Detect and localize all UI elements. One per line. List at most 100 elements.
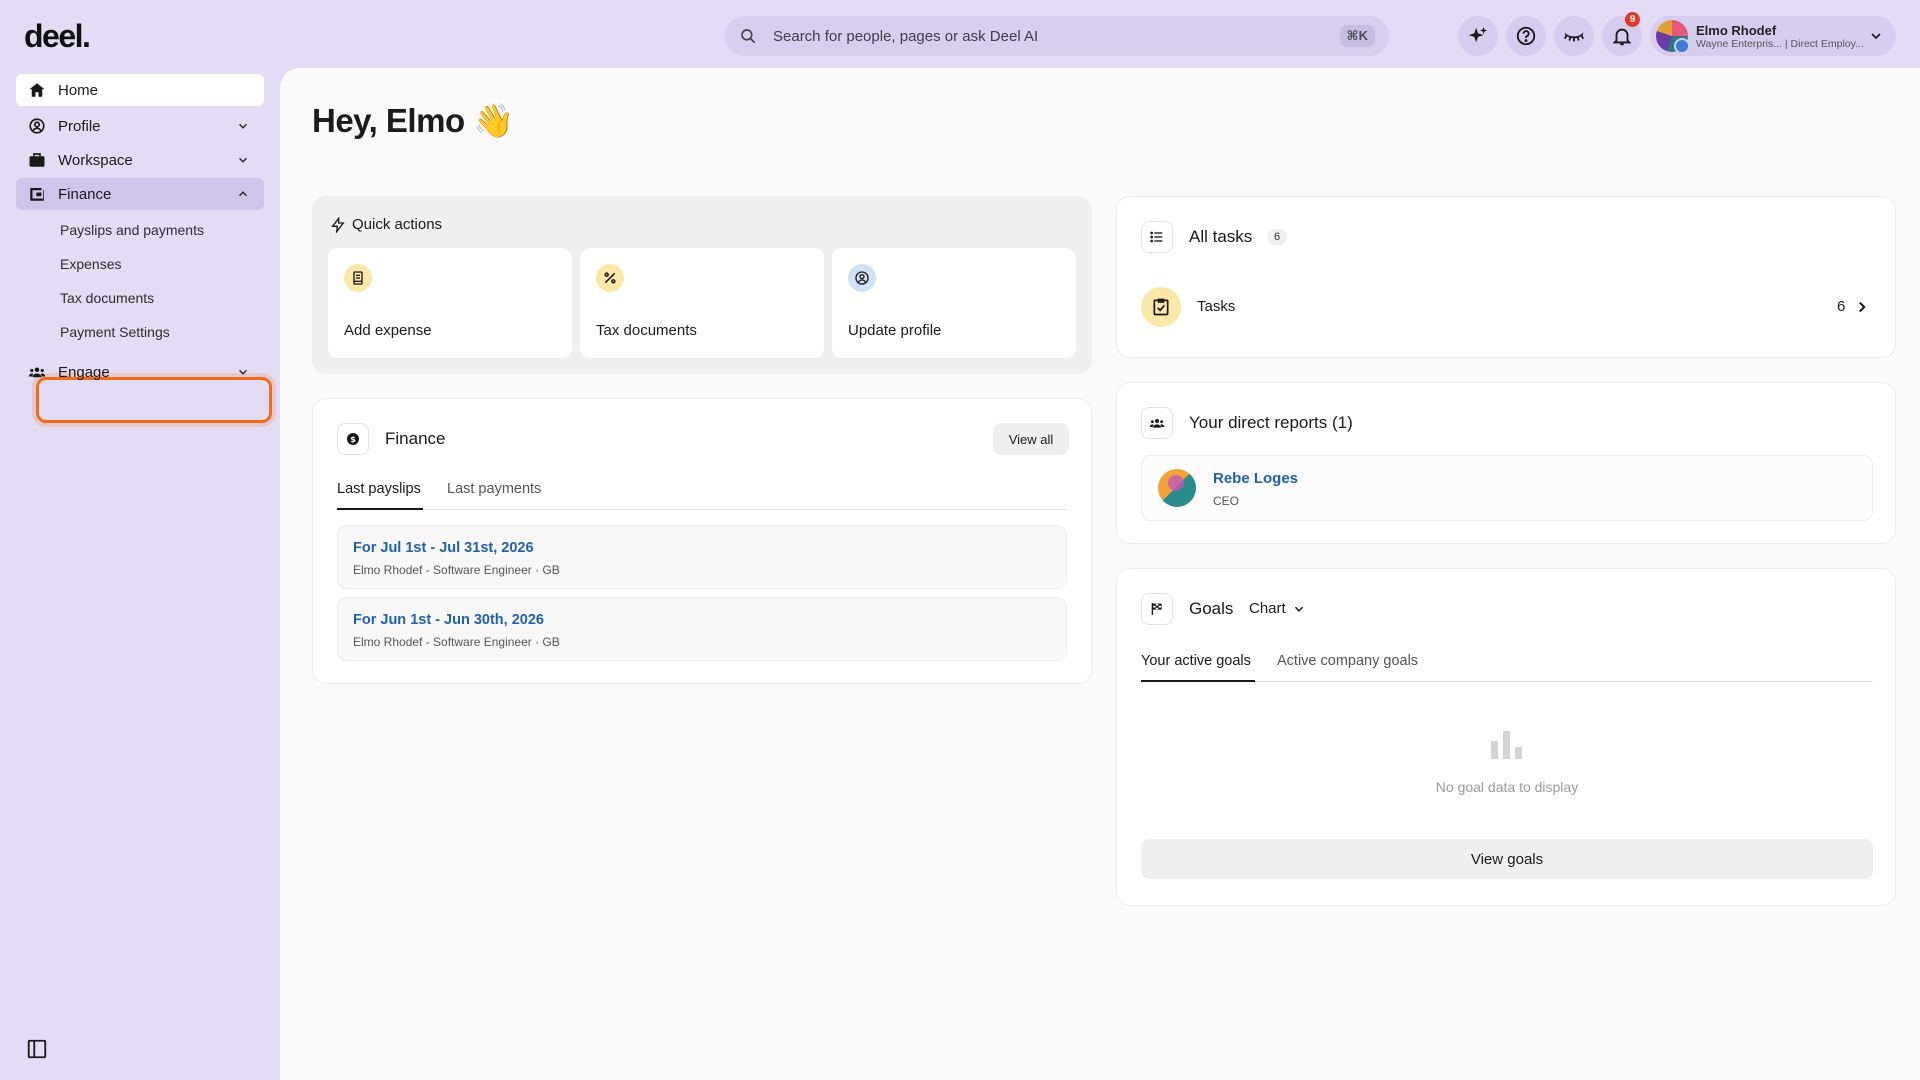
quick-actions-title: Quick actions	[352, 216, 443, 233]
chevron-down-icon	[238, 157, 248, 163]
tab-last-payslips[interactable]: Last payslips	[337, 481, 421, 497]
percent-icon	[596, 264, 624, 292]
chevron-down-icon	[1871, 33, 1881, 40]
sidebar-item-label: Home	[58, 81, 99, 99]
chevron-right-icon	[1859, 301, 1866, 313]
wallet-icon	[30, 188, 44, 201]
quick-action-add-expense[interactable]: Add expense	[328, 248, 572, 358]
bar-chart-icon	[1491, 731, 1522, 759]
search-shortcut: ⌘K	[1339, 25, 1375, 47]
finance-dollar-icon: $	[337, 423, 369, 455]
user-circle-icon	[848, 264, 876, 292]
report-role: CEO	[1213, 494, 1240, 508]
tabs-divider	[337, 509, 1067, 510]
goals-card: Goals Chart Your active goals Active com…	[1116, 568, 1896, 906]
quick-action-label: Tax documents	[596, 322, 697, 339]
view-goals-button[interactable]: View goals	[1141, 839, 1873, 879]
sidebar-item-label: Workspace	[58, 151, 133, 169]
tab-last-payments[interactable]: Last payments	[447, 481, 541, 497]
sidebar-item-label: Engage	[58, 363, 110, 381]
tab-your-active-goals[interactable]: Your active goals	[1141, 653, 1251, 669]
search-placeholder: Search for people, pages or ask Deel AI	[773, 27, 1039, 45]
tab-active-company-goals[interactable]: Active company goals	[1277, 653, 1418, 669]
tasks-row[interactable]: Tasks 6	[1141, 285, 1873, 329]
search-icon	[741, 29, 756, 44]
sidebar-item-label: Profile	[58, 117, 101, 135]
quick-actions-panel: Quick actions Add expense Tax documents …	[312, 196, 1092, 374]
sidebar-item-label: Finance	[58, 185, 112, 203]
help-button[interactable]	[1506, 16, 1546, 56]
svg-text:$: $	[350, 435, 356, 444]
quick-actions-header: Quick actions	[330, 216, 442, 233]
team-icon	[1141, 407, 1173, 439]
chevron-down-icon	[238, 123, 248, 129]
sidebar-item-engage[interactable]: Engage	[16, 356, 264, 388]
user-menu[interactable]: Elmo Rhodef Wayne Enterpris... | Direct …	[1650, 16, 1896, 56]
home-icon	[29, 83, 45, 97]
user-info: Elmo Rhodef Wayne Enterpris... | Direct …	[1696, 23, 1868, 50]
lightning-icon	[331, 216, 345, 233]
quick-action-update-profile[interactable]: Update profile	[832, 248, 1076, 358]
sidebar-subitem-tax-documents[interactable]: Tax documents	[60, 290, 154, 306]
eye-closed-icon	[1564, 32, 1584, 42]
flag-icon	[1141, 593, 1173, 625]
chevron-down-icon	[238, 369, 248, 375]
quick-action-label: Add expense	[344, 322, 432, 339]
bell-icon	[1612, 28, 1632, 46]
goals-title: Goals	[1189, 599, 1234, 618]
people-icon	[28, 367, 46, 378]
report-name[interactable]: Rebe Loges	[1213, 470, 1298, 487]
user-name: Elmo Rhodef	[1696, 22, 1777, 38]
tasks-count-badge: 6	[1267, 229, 1288, 245]
direct-reports-card: Your direct reports (1) Rebe Loges CEO	[1116, 382, 1896, 544]
goals-view-selector[interactable]: Chart	[1249, 600, 1306, 617]
user-avatar	[1656, 20, 1690, 54]
help-icon	[1516, 26, 1536, 46]
goals-empty-text: No goal data to display	[1435, 779, 1579, 795]
sidebar-subitem-expenses[interactable]: Expenses	[60, 256, 121, 272]
payslip-row[interactable]: For Jul 1st - Jul 31st, 2026 Elmo Rhodef…	[337, 525, 1067, 589]
quick-action-tax-documents[interactable]: Tax documents	[580, 248, 824, 358]
sidebar: Home Profile Workspace Finance Payslips …	[0, 68, 280, 1080]
goals-view-label: Chart	[1249, 600, 1286, 617]
payslip-row[interactable]: For Jun 1st - Jun 30th, 2026 Elmo Rhodef…	[337, 597, 1067, 661]
main-content: Hey, Elmo 👋 Quick actions Add expense Ta…	[280, 68, 1920, 1080]
active-tab-indicator	[1141, 680, 1255, 682]
finance-title: Finance	[385, 429, 446, 448]
tasks-title: All tasks	[1189, 227, 1253, 246]
sidebar-collapse-icon[interactable]	[26, 1038, 48, 1060]
tasks-row-label: Tasks	[1197, 298, 1236, 315]
sidebar-subitem-payment-settings[interactable]: Payment Settings	[60, 324, 170, 340]
sparkle-icon	[1468, 26, 1488, 43]
visibility-toggle-button[interactable]	[1554, 16, 1594, 56]
direct-reports-title: Your direct reports (1)	[1189, 413, 1353, 432]
chevron-up-icon	[238, 191, 248, 197]
sidebar-item-home[interactable]: Home	[16, 74, 264, 106]
payslip-subtitle: Elmo Rhodef - Software Engineer · GB	[353, 635, 560, 649]
ai-sparkle-button[interactable]	[1458, 16, 1498, 56]
payslip-title: For Jun 1st - Jun 30th, 2026	[353, 612, 544, 628]
notifications-button[interactable]: 9	[1602, 12, 1642, 56]
view-all-button[interactable]: View all	[993, 423, 1069, 455]
profile-icon	[29, 118, 45, 134]
notification-badge: 9	[1625, 12, 1640, 27]
avatar	[1158, 469, 1196, 507]
checklist-icon	[1141, 287, 1181, 327]
top-bar: deel. Search for people, pages or ask De…	[0, 0, 1920, 68]
briefcase-icon	[29, 153, 45, 167]
tasks-card: All tasks 6 Tasks 6	[1116, 196, 1896, 358]
receipt-icon	[344, 264, 372, 292]
direct-report-row[interactable]: Rebe Loges CEO	[1141, 455, 1873, 521]
payslip-subtitle: Elmo Rhodef - Software Engineer · GB	[353, 563, 560, 577]
sidebar-item-profile[interactable]: Profile	[16, 110, 264, 142]
deel-logo[interactable]: deel.	[24, 18, 91, 55]
active-tab-indicator	[337, 508, 423, 510]
search-bar[interactable]: Search for people, pages or ask Deel AI …	[725, 16, 1389, 56]
sidebar-item-workspace[interactable]: Workspace	[16, 144, 264, 176]
chevron-down-icon	[1294, 606, 1303, 612]
payslip-title: For Jul 1st - Jul 31st, 2026	[353, 540, 534, 556]
page-title: Hey, Elmo 👋	[312, 102, 514, 139]
sidebar-subitem-payslips[interactable]: Payslips and payments	[60, 222, 204, 238]
sidebar-item-finance[interactable]: Finance	[16, 178, 264, 210]
finance-card: $ Finance View all Last payslips Last pa…	[312, 398, 1092, 684]
